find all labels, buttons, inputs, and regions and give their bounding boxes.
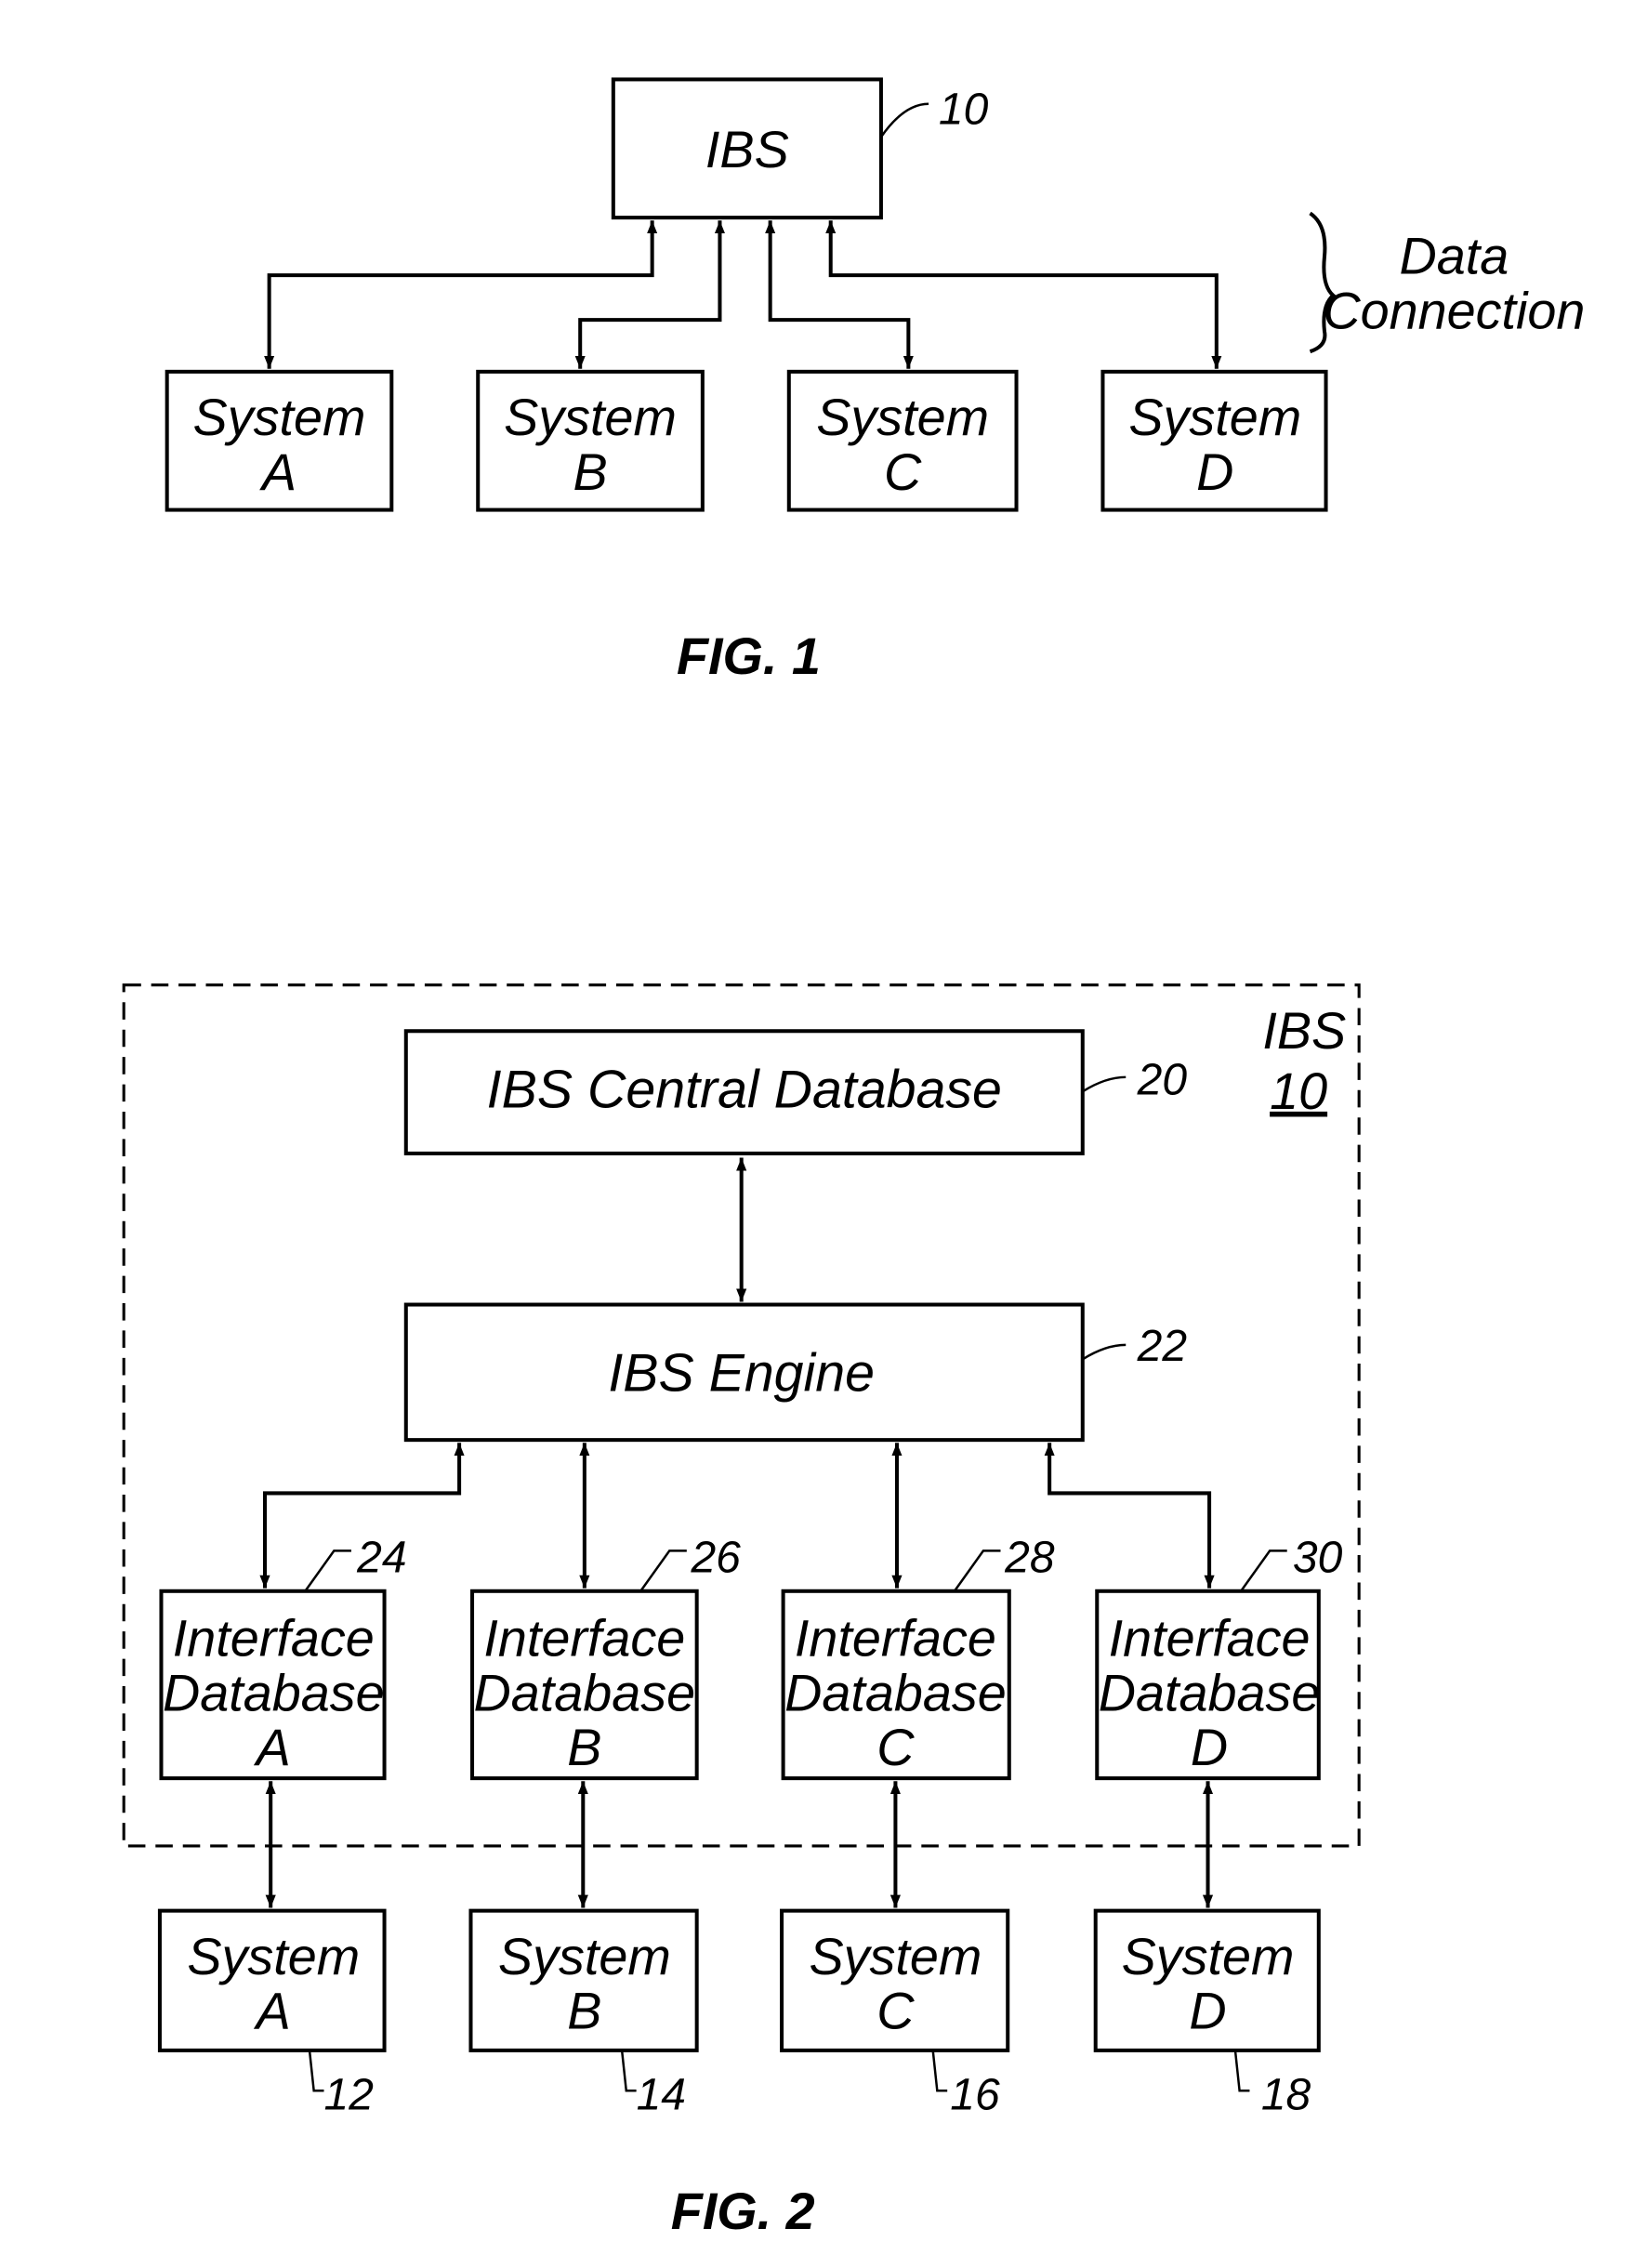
interface-database-c: Interface Database C [781,1589,1011,1781]
interface-c-line1: Interface [795,1609,996,1667]
engine-ref: 22 [1137,1322,1187,1371]
interface-a-line2: Database [163,1664,385,1721]
figure-1: IBS 10 System A System B System C System [165,77,1585,685]
fig2-system-a-label: System [187,1928,360,1985]
fig1-system-c: System C [786,369,1019,512]
interface-database-d: Interface Database D [1095,1589,1321,1781]
ibs-ref-number: 10 [939,85,989,134]
central-database-label: IBS Central Database [487,1060,1002,1119]
system-a-label: System [193,389,366,446]
fig2-system-d-letter: D [1189,1983,1226,2040]
system-d-letter: D [1196,443,1233,501]
fig1-system-d: System D [1100,369,1328,512]
figure-2-caption: FIG. 2 [671,2182,815,2240]
connector-system-d [825,220,1222,369]
fig2-system-c-label: System [809,1928,982,1985]
fig2-system-b-letter: B [567,1983,601,2040]
system-b-letter: B [573,443,607,501]
system-a-letter: A [259,443,296,501]
interface-a-line3: A [254,1719,291,1776]
interface-database-b: Interface Database B [470,1589,699,1781]
fig1-system-a: System A [165,369,394,512]
fig2-system-b-label: System [498,1928,671,1985]
interface-d-ref: 30 [1293,1534,1343,1583]
data-connection-label-line2: Connection [1323,282,1585,339]
system-d-label: System [1128,389,1301,446]
system-c-label: System [816,389,989,446]
interface-c-ref: 28 [1004,1534,1055,1583]
central-database-box: IBS Central Database [403,1029,1085,1155]
fig1-system-b: System B [476,369,705,512]
connector-system-a [264,220,658,369]
fig2-system-a-ref: 12 [324,2070,374,2119]
interface-c-line3: C [876,1719,915,1776]
fig2-system-a: System A [157,1908,387,2052]
interface-d-line3: D [1191,1719,1228,1776]
fig2-system-c-ref: 16 [950,2070,1000,2119]
ibs-ref-leader: 10 [879,85,989,138]
interface-database-a: Interface Database A [159,1589,387,1781]
fig2-system-c-letter: C [876,1983,915,2040]
connector-system-b [574,220,726,369]
fig2-system-c: System C [780,1908,1010,2052]
interface-d-line2: Database [1099,1664,1321,1721]
fig2-system-d: System D [1093,1908,1321,2052]
system-b-label: System [504,389,677,446]
fig2-system-d-label: System [1122,1928,1295,1985]
engine-label: IBS Engine [608,1343,875,1403]
engine-box: IBS Engine [403,1302,1085,1443]
fig2-system-a-letter: A [254,1983,291,2040]
fig2-system-b: System B [468,1908,699,2052]
ibs-boundary-ref: 10 [1270,1062,1327,1120]
fig2-system-b-ref: 14 [637,2070,686,2119]
fig2-system-d-ref: 18 [1261,2070,1311,2119]
interface-b-ref: 26 [690,1534,741,1583]
ibs-label: IBS [705,121,789,178]
ibs-boundary-label: IBS [1262,1002,1346,1060]
interface-c-line2: Database [784,1664,1007,1721]
system-c-letter: C [884,443,922,501]
interface-a-ref: 24 [356,1534,406,1583]
connector-engine-interface-d [1044,1443,1215,1589]
figure-1-caption: FIG. 1 [677,627,821,685]
connector-system-c [765,220,914,369]
interface-b-line3: B [567,1719,601,1776]
interface-d-line1: Interface [1109,1609,1311,1667]
data-connection-label-line1: Data [1400,228,1509,285]
central-database-ref: 20 [1137,1055,1188,1104]
ibs-box: IBS [611,77,883,220]
interface-b-line1: Interface [483,1609,685,1667]
patent-drawing-sheet: IBS 10 System A System B System C System [122,77,1585,2240]
figure-2: IBS 10 IBS Central Database 20 IBS Engin… [122,983,1361,2240]
interface-b-line2: Database [474,1664,696,1721]
interface-a-line1: Interface [173,1609,375,1667]
